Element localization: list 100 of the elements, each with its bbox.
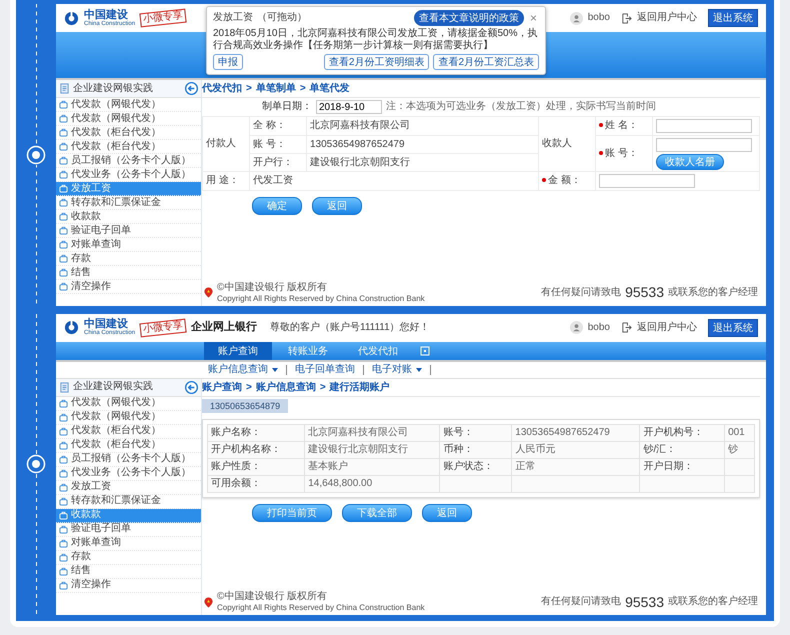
sidebar-item[interactable]: 代发款（柜台代发） — [56, 126, 201, 140]
briefcase-icon — [59, 240, 68, 249]
popup-title: 发放工资 — [213, 12, 253, 24]
back-to-user-center-link[interactable]: 返回用户中心 — [637, 322, 697, 334]
hotline-label: 有任何疑问请致电 — [541, 596, 622, 608]
user-name: bobo — [588, 322, 610, 334]
sidebar-item[interactable]: 代发业务（公务卡个人版） — [56, 466, 201, 480]
briefcase-icon — [59, 426, 68, 436]
sidebar-item[interactable]: 转存款和汇票保证金 — [56, 196, 201, 210]
sidebar-item[interactable]: 员工报销（公务卡个人版） — [56, 452, 201, 466]
briefcase-icon — [59, 142, 68, 151]
briefcase-icon — [59, 468, 68, 478]
sidebar-item[interactable]: 验证电子回单 — [56, 224, 201, 238]
popup-hint: （可拖动） — [257, 12, 307, 24]
subnav-link[interactable]: 账户信息查询 — [208, 364, 268, 376]
sidebar-item[interactable]: 代发款（网银代发） — [56, 396, 201, 410]
policy-button[interactable]: 查看本文章说明的政策 — [414, 10, 524, 26]
promo-stamp: 小微专享 — [139, 8, 187, 28]
emblem-icon — [204, 287, 213, 298]
sidebar-item[interactable]: 发放工资 — [56, 480, 201, 494]
sidebar-item[interactable]: 代发款（柜台代发） — [56, 424, 201, 438]
popup-button[interactable]: 查看2月份工资汇总表 — [433, 54, 539, 70]
popup-button[interactable]: 查看2月份工资明细表 — [324, 54, 430, 70]
close-button[interactable]: × — [528, 11, 539, 25]
site-title: 企业网上银行 — [191, 320, 258, 334]
table-cell: 钞/汇： — [640, 441, 725, 458]
sidebar-item[interactable]: 存款 — [56, 252, 201, 266]
briefcase-icon — [59, 538, 68, 548]
date-note: 注：本选项为可选业务（发放工资）处理，实际书写当前时间 — [386, 101, 656, 113]
name-field[interactable] — [656, 119, 752, 133]
sidebar-item[interactable]: 代发款（网银代发） — [56, 112, 201, 126]
briefcase-icon — [59, 198, 68, 207]
sidebar-item[interactable]: 对账单查询 — [56, 238, 201, 252]
table-cell: 基本账户 — [304, 458, 440, 475]
copyright-text: ©中国建设银行 版权所有 — [217, 282, 328, 294]
sidebar-item[interactable]: 验证电子回单 — [56, 522, 201, 536]
table-cell: 币种： — [440, 441, 512, 458]
logout-button[interactable]: 退出系统 — [708, 9, 758, 27]
table-cell: 建设银行北京朝阳支行 — [306, 154, 538, 172]
sidebar-item[interactable]: 清空操作 — [56, 280, 201, 294]
table-cell: 北京阿嘉科技有限公司 — [304, 424, 440, 441]
sidebar-item[interactable]: 结售 — [56, 266, 201, 280]
emblem-icon — [204, 596, 213, 608]
sidebar-item[interactable]: 代发款（柜台代发） — [56, 438, 201, 452]
back-arrow-icon[interactable] — [185, 380, 198, 394]
promo-stamp: 小微专享 — [139, 318, 187, 337]
sidebar-item[interactable]: 代发款（网银代发） — [56, 98, 201, 112]
back-arrow-icon[interactable] — [185, 82, 198, 95]
table-cell: 人民币元 — [512, 441, 640, 458]
subnav-link[interactable]: 电子回单查询 — [295, 364, 355, 376]
hotline-label: 有任何疑问请致电 — [541, 286, 622, 299]
timeline-marker-icon — [26, 144, 46, 165]
user-icon — [570, 321, 583, 334]
account-field[interactable] — [656, 138, 752, 152]
sidebar-item[interactable]: 代发款（网银代发） — [56, 410, 201, 424]
bank-logo-icon — [64, 10, 79, 26]
popup-button[interactable]: 申报 — [213, 54, 243, 70]
sidebar-item[interactable]: 收款款 — [56, 210, 201, 224]
table-cell: 账号： — [440, 424, 512, 441]
date-field[interactable]: 2018-9-10 — [316, 100, 382, 114]
briefcase-icon — [59, 412, 68, 422]
table-cell: 开户行： — [250, 154, 306, 172]
nav-tab[interactable]: 账户查询 — [204, 342, 272, 360]
field-label: 金 额： — [548, 175, 581, 186]
field-label: 姓 名： — [605, 120, 638, 131]
table-cell: 建设银行北京朝阳支行 — [304, 441, 440, 458]
table-cell: 账户名称： — [208, 424, 305, 441]
breadcrumb-link[interactable]: 建行活期账户 — [330, 382, 390, 394]
rights-text: Copyright All Rights Reserved by China Construction Bank — [217, 603, 425, 613]
date-label: 制单日期： — [262, 101, 312, 113]
sidebar-item[interactable]: 结售 — [56, 564, 201, 578]
table-cell: 001 — [724, 424, 754, 441]
sidebar-item[interactable]: 存款 — [56, 550, 201, 564]
sidebar-title: 企业建设网银实践 — [73, 82, 154, 94]
table-cell: 北京阿嘉科技有限公司 — [306, 116, 538, 136]
sidebar-item[interactable]: 对账单查询 — [56, 536, 201, 550]
breadcrumb-link[interactable]: 单笔制单 — [256, 83, 296, 95]
back-to-user-center-link[interactable]: 返回用户中心 — [637, 12, 697, 24]
breadcrumb-link[interactable]: 单笔代发 — [310, 83, 350, 95]
field-label: 账 号： — [605, 148, 638, 158]
table-cell: 正常 — [512, 458, 640, 475]
square-icon[interactable] — [420, 346, 430, 356]
breadcrumb-link[interactable]: 账户信息查询 — [256, 382, 316, 394]
popup-message: 2018年05月10日，北京阿嘉科技有限公司发放工资，请核据金额50%，执行合规高效业务操作【任务期第一步计算核一则有据需要执行】 — [213, 28, 539, 52]
breadcrumb-link[interactable]: 账户查询 — [202, 382, 242, 394]
subnav-link[interactable]: 电子对账 — [372, 364, 412, 376]
logout-button[interactable]: 退出系统 — [708, 318, 758, 336]
breadcrumb-link[interactable]: 代发代扣 — [202, 83, 242, 95]
briefcase-icon — [59, 454, 68, 464]
briefcase-icon — [59, 100, 68, 109]
account-tab[interactable]: 13050653654879 — [202, 398, 288, 412]
sidebar-item[interactable]: 代发款（柜台代发） — [56, 140, 201, 154]
briefcase-icon — [59, 254, 68, 263]
table-cell: 代发工资 — [250, 172, 538, 190]
briefcase-icon — [59, 496, 68, 506]
amount-field[interactable] — [599, 174, 695, 188]
bank-logo-icon — [64, 320, 79, 335]
timeline-marker-icon — [26, 454, 46, 474]
sidebar-item[interactable]: 清空操作 — [56, 578, 201, 592]
sidebar-item[interactable]: 员工报销（公务卡个人版） — [56, 154, 201, 168]
